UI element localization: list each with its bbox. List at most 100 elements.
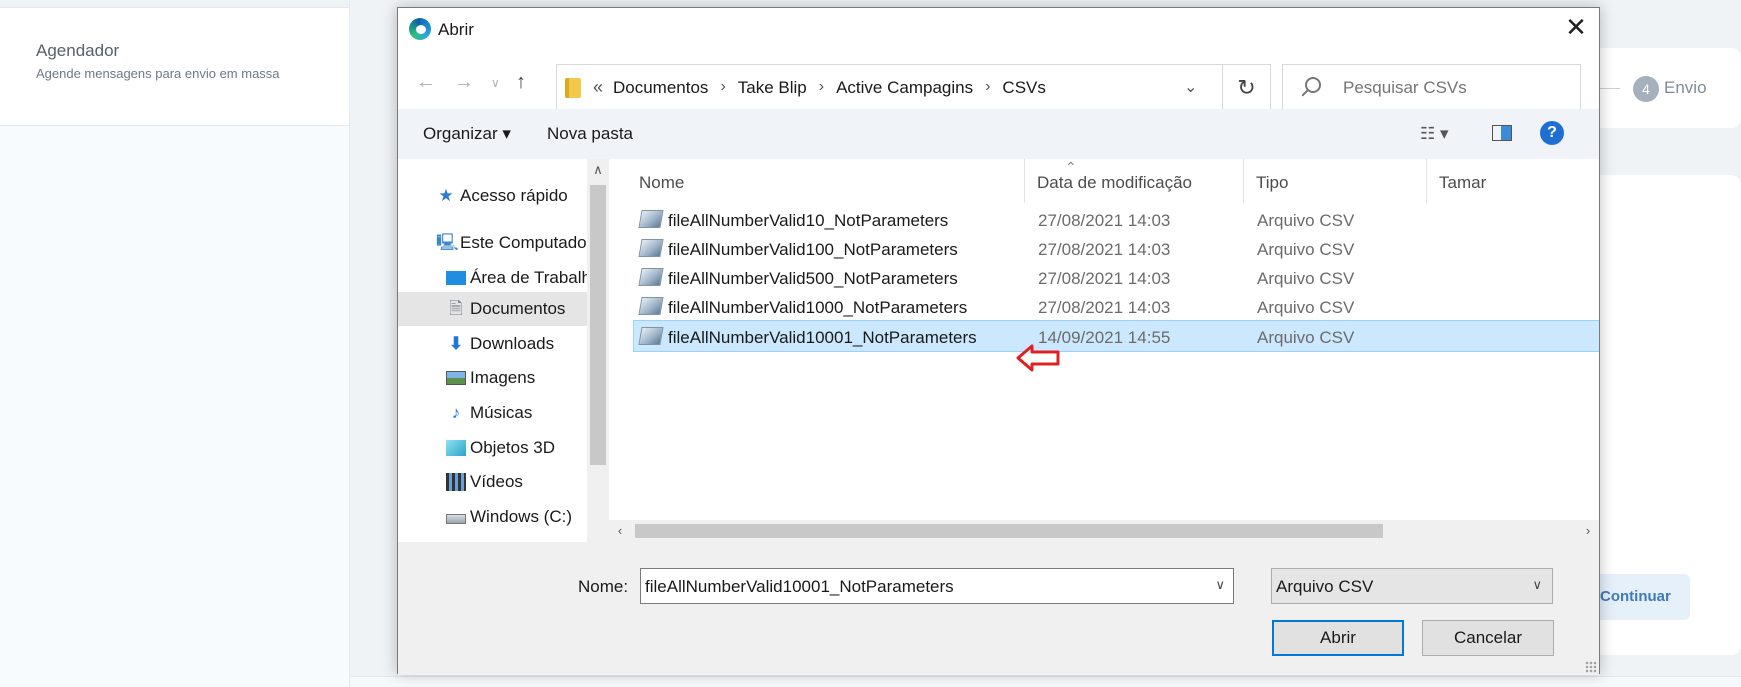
tree-item-quick-access[interactable]: ★ Acesso rápido <box>398 179 587 213</box>
scroll-up-icon[interactable]: ∧ <box>587 159 609 181</box>
filetype-select[interactable]: Arquivo CSV ∨ <box>1271 568 1553 604</box>
tree-item-downloads[interactable]: ⬇ Downloads <box>398 327 587 361</box>
step-number-badge: 4 <box>1633 76 1659 102</box>
scrollbar-thumb[interactable] <box>590 185 606 465</box>
filetype-dropdown-chevron-icon[interactable]: ∨ <box>1532 577 1542 593</box>
file-name: fileAllNumberValid10_NotParameters <box>668 211 949 230</box>
tree-item-label: Downloads <box>470 334 555 353</box>
file-type: Arquivo CSV <box>1257 211 1355 230</box>
refresh-icon[interactable]: ↻ <box>1223 64 1271 112</box>
tree-item-documents[interactable]: 🗎 Documentos <box>398 292 587 326</box>
view-options-icon[interactable]: ☷ ▾ <box>1420 124 1449 144</box>
app-bottom-bar <box>351 676 1741 687</box>
open-file-dialog: Abrir ✕ ← → ∨ ↑ « Documentos › Take Blip… <box>397 7 1600 675</box>
scheduler-description: Agende mensagens para envio em massa <box>36 66 280 81</box>
downloads-icon: ⬇ <box>448 334 464 353</box>
file-row-selected[interactable]: fileAllNumberValid10001_NotParameters 14… <box>633 320 1599 352</box>
tree-item-drive-c[interactable]: Windows (C:) <box>398 500 587 534</box>
tree-item-label: Músicas <box>470 403 533 422</box>
tree-item-label: Windows (C:) <box>470 507 573 526</box>
tree-item-this-pc[interactable]: 🖳 Este Computador <box>398 226 587 260</box>
scroll-right-icon[interactable]: › <box>1577 520 1599 542</box>
organize-menu-button[interactable]: Organizar ▾ <box>423 124 511 144</box>
scrollbar-thumb[interactable] <box>635 524 1383 538</box>
navigation-pane: ★ Acesso rápido 🖳 Este Computador Área d… <box>398 159 587 557</box>
csv-file-icon <box>638 268 664 286</box>
tree-item-music[interactable]: ♪ Músicas <box>398 396 587 430</box>
scheduler-card[interactable]: Agendador Agende mensagens para envio em… <box>0 8 349 126</box>
filename-dropdown-chevron-icon[interactable]: ∨ <box>1215 577 1225 593</box>
tree-item-label: Acesso rápido <box>460 186 568 205</box>
preview-pane-icon[interactable] <box>1492 125 1512 141</box>
search-input[interactable] <box>1343 78 1563 98</box>
search-box[interactable] <box>1282 64 1581 112</box>
column-header-type[interactable]: Tipo <box>1244 159 1427 203</box>
edge-browser-icon <box>409 18 431 40</box>
navigation-row: ← → ∨ ↑ « Documentos › Take Blip › Activ… <box>398 57 1599 112</box>
up-arrow-icon[interactable]: ↑ <box>516 71 526 94</box>
tree-item-3d-objects[interactable]: Objetos 3D <box>398 431 587 465</box>
new-folder-button[interactable]: Nova pasta <box>547 124 633 144</box>
continue-button[interactable]: Continuar <box>1592 574 1690 620</box>
file-row[interactable]: fileAllNumberValid10_NotParameters 27/08… <box>634 204 1599 236</box>
tree-item-label: Objetos 3D <box>470 438 556 457</box>
column-header-date[interactable]: Data de modificação <box>1025 159 1244 203</box>
help-icon[interactable]: ? <box>1540 121 1564 145</box>
file-date: 27/08/2021 14:03 <box>1038 269 1171 288</box>
drive-icon <box>446 514 466 524</box>
breadcrumb-take-blip[interactable]: Take Blip <box>738 78 807 98</box>
dialog-titlebar[interactable]: Abrir ✕ <box>398 8 1599 48</box>
tree-item-label: Documentos <box>470 299 566 318</box>
breadcrumb-csvs[interactable]: CSVs <box>1002 78 1045 98</box>
close-button[interactable]: ✕ <box>1553 8 1599 48</box>
tree-item-label: Vídeos <box>470 472 523 491</box>
filename-field[interactable]: ∨ <box>640 568 1234 604</box>
breadcrumb: Documentos › Take Blip › Active Campagin… <box>613 78 1046 98</box>
folder-icon <box>565 78 581 98</box>
file-type: Arquivo CSV <box>1257 328 1355 347</box>
column-header-name[interactable]: Nome <box>627 159 1025 203</box>
open-button[interactable]: Abrir <box>1272 620 1404 656</box>
file-list: ⌃ Nome Data de modificação Tipo Tamar fi… <box>609 159 1599 529</box>
recent-locations-chevron-icon[interactable]: ∨ <box>491 76 500 90</box>
csv-file-icon <box>638 327 664 345</box>
file-row[interactable]: fileAllNumberValid1000_NotParameters 27/… <box>634 291 1599 323</box>
search-icon <box>1305 77 1321 93</box>
tree-item-desktop[interactable]: Área de Trabalho <box>398 261 587 295</box>
forward-arrow-icon[interactable]: → <box>454 71 474 94</box>
red-arrow-annotation-icon <box>1016 344 1060 372</box>
address-bar[interactable]: « Documentos › Take Blip › Active Campag… <box>556 64 1223 112</box>
computer-icon: 🖳 <box>436 233 459 252</box>
scroll-left-icon[interactable]: ‹ <box>609 520 631 542</box>
star-icon: ★ <box>438 186 454 205</box>
file-type: Arquivo CSV <box>1257 240 1355 259</box>
breadcrumb-separator-icon[interactable]: › <box>819 78 824 98</box>
csv-file-icon <box>638 297 664 315</box>
tree-item-videos[interactable]: Vídeos <box>398 465 587 499</box>
column-header-size[interactable]: Tamar <box>1427 159 1599 203</box>
file-row[interactable]: fileAllNumberValid500_NotParameters 27/0… <box>634 262 1599 294</box>
cancel-button[interactable]: Cancelar <box>1422 620 1554 656</box>
file-name: fileAllNumberValid100_NotParameters <box>668 240 958 259</box>
file-list-horizontal-scrollbar[interactable]: ‹ › <box>609 520 1599 542</box>
breadcrumb-separator-icon[interactable]: › <box>720 78 725 98</box>
dialog-footer: Nome: ∨ Arquivo CSV ∨ Abrir Cancelar <box>398 542 1599 675</box>
tree-item-pictures[interactable]: Imagens <box>398 361 587 395</box>
csv-file-icon <box>638 210 664 228</box>
3d-objects-icon <box>446 440 466 456</box>
breadcrumb-overflow-icon[interactable]: « <box>593 77 603 98</box>
back-arrow-icon[interactable]: ← <box>416 71 436 94</box>
dialog-toolbar: Organizar ▾ Nova pasta ☷ ▾ ? <box>398 109 1599 159</box>
breadcrumb-separator-icon[interactable]: › <box>985 78 990 98</box>
resize-grip-icon[interactable] <box>1585 661 1597 673</box>
scheduler-title: Agendador <box>36 41 120 60</box>
csv-file-icon <box>638 239 664 257</box>
music-icon: ♪ <box>451 403 461 422</box>
filename-input[interactable] <box>645 577 1205 597</box>
filetype-value: Arquivo CSV <box>1276 577 1374 596</box>
nav-pane-scrollbar[interactable]: ∧ ∨ <box>587 159 609 557</box>
breadcrumb-documentos[interactable]: Documentos <box>613 78 708 98</box>
address-dropdown-chevron-icon[interactable]: ⌄ <box>1184 77 1197 97</box>
file-row[interactable]: fileAllNumberValid100_NotParameters 27/0… <box>634 233 1599 265</box>
breadcrumb-active-campagins[interactable]: Active Campagins <box>836 78 973 98</box>
